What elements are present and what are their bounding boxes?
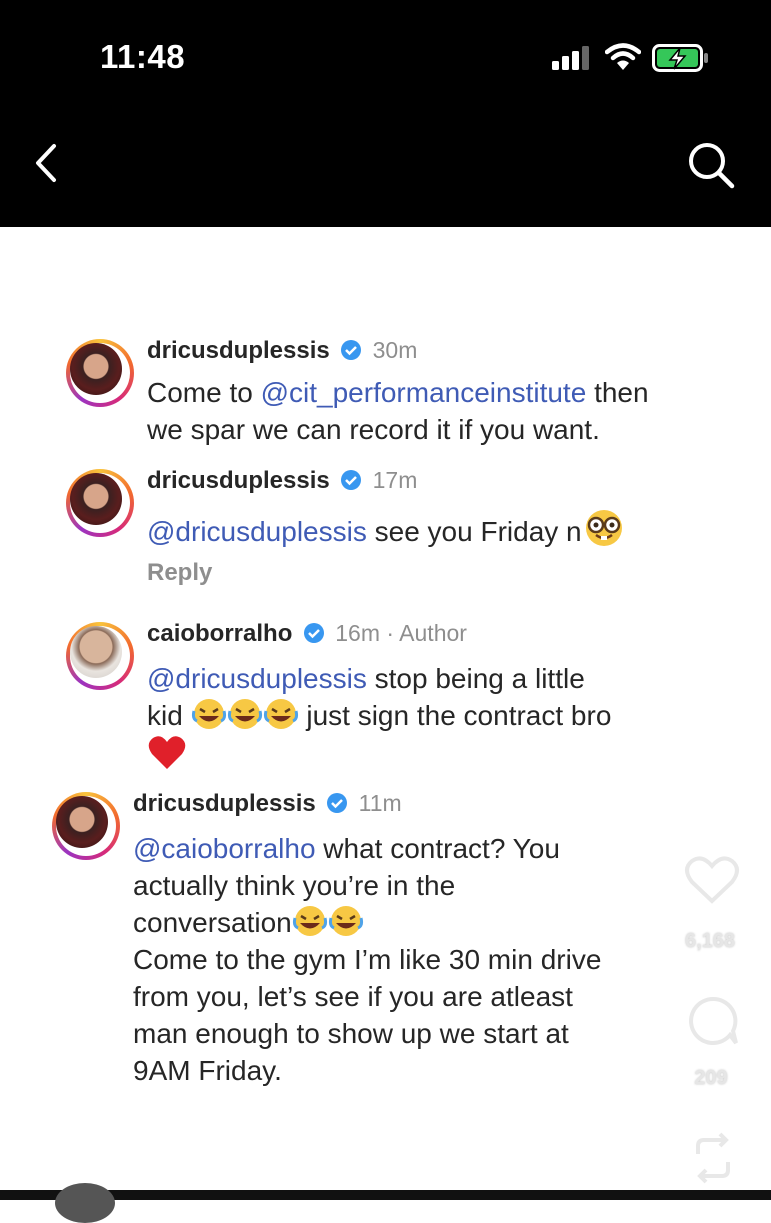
- mention-link[interactable]: @dricusduplessis: [147, 516, 367, 547]
- top-bar: 11:48: [0, 0, 771, 227]
- mention-link[interactable]: @dricusduplessis: [147, 663, 367, 694]
- signal-icon: [552, 46, 589, 70]
- comment-time: 30m: [372, 337, 418, 363]
- laughing-emoji: [328, 906, 363, 936]
- fighter-photo: [70, 626, 122, 678]
- comment-time: 11m: [358, 790, 402, 816]
- comment-item: dricusduplessis 11m @caioborralho what c…: [52, 790, 752, 1110]
- red-heart-emoji: [148, 736, 186, 769]
- fighter-photo: [56, 796, 108, 848]
- fighter-photo: [70, 473, 122, 525]
- comment-text: @dricusduplessis see you Friday n: [147, 507, 747, 550]
- comment-username[interactable]: dricusduplessis: [147, 337, 330, 364]
- avatar[interactable]: [55, 1183, 115, 1223]
- likes-count: 6,168: [684, 930, 736, 952]
- wifi-icon: [605, 43, 641, 70]
- verified-badge-icon: [327, 793, 348, 813]
- repost-icon[interactable]: [688, 1132, 738, 1184]
- search-icon[interactable]: [686, 140, 736, 190]
- avatar[interactable]: [66, 339, 134, 407]
- nerd-face-emoji: [585, 510, 622, 546]
- comments-screenshot: dricusduplessis 30m Come to @cit_perform…: [0, 227, 771, 1200]
- comment-username[interactable]: caioborralho: [147, 620, 292, 647]
- reply-button[interactable]: Reply: [147, 559, 212, 587]
- heart-icon[interactable]: [684, 855, 740, 905]
- mention-link[interactable]: @caioborralho: [133, 833, 316, 864]
- comment-icon[interactable]: [686, 995, 740, 1047]
- fighter-photo: [70, 343, 122, 395]
- avatar[interactable]: [66, 622, 134, 690]
- laughing-emoji: [263, 699, 298, 729]
- comment-time: 17m: [372, 467, 418, 493]
- status-time: 11:48: [100, 38, 186, 75]
- verified-badge-icon: [341, 470, 362, 490]
- comment-username[interactable]: dricusduplessis: [133, 790, 316, 817]
- laughing-emoji: [227, 699, 262, 729]
- battery-charging-icon: [652, 44, 708, 72]
- laughing-emoji: [191, 699, 226, 729]
- avatar[interactable]: [52, 792, 120, 860]
- mention-link[interactable]: @cit_performanceinstitute: [261, 377, 587, 408]
- comment-username[interactable]: dricusduplessis: [147, 467, 330, 494]
- comment-text: @caioborralho what contract? You actuall…: [133, 833, 602, 1086]
- laughing-emoji: [292, 906, 327, 936]
- avatar[interactable]: [66, 469, 134, 537]
- comment-item: dricusduplessis 30m Come to @cit_perform…: [66, 337, 746, 447]
- comment-text: Come to @cit_performanceinstitute then w…: [147, 377, 649, 445]
- comment-text: @dricusduplessis stop being a little kid…: [147, 660, 747, 775]
- verified-badge-icon: [303, 623, 324, 643]
- comments-count: 209: [694, 1067, 728, 1089]
- back-arrow-icon[interactable]: [30, 140, 64, 186]
- comment-item: dricusduplessis 17m @dricusduplessis see…: [66, 467, 746, 587]
- comment-item: caioborralho 16m · Author @dricusdupless…: [66, 620, 746, 770]
- verified-badge-icon: [341, 340, 362, 360]
- bottom-bar: [0, 1190, 771, 1200]
- comment-time: 16m · Author: [335, 620, 467, 646]
